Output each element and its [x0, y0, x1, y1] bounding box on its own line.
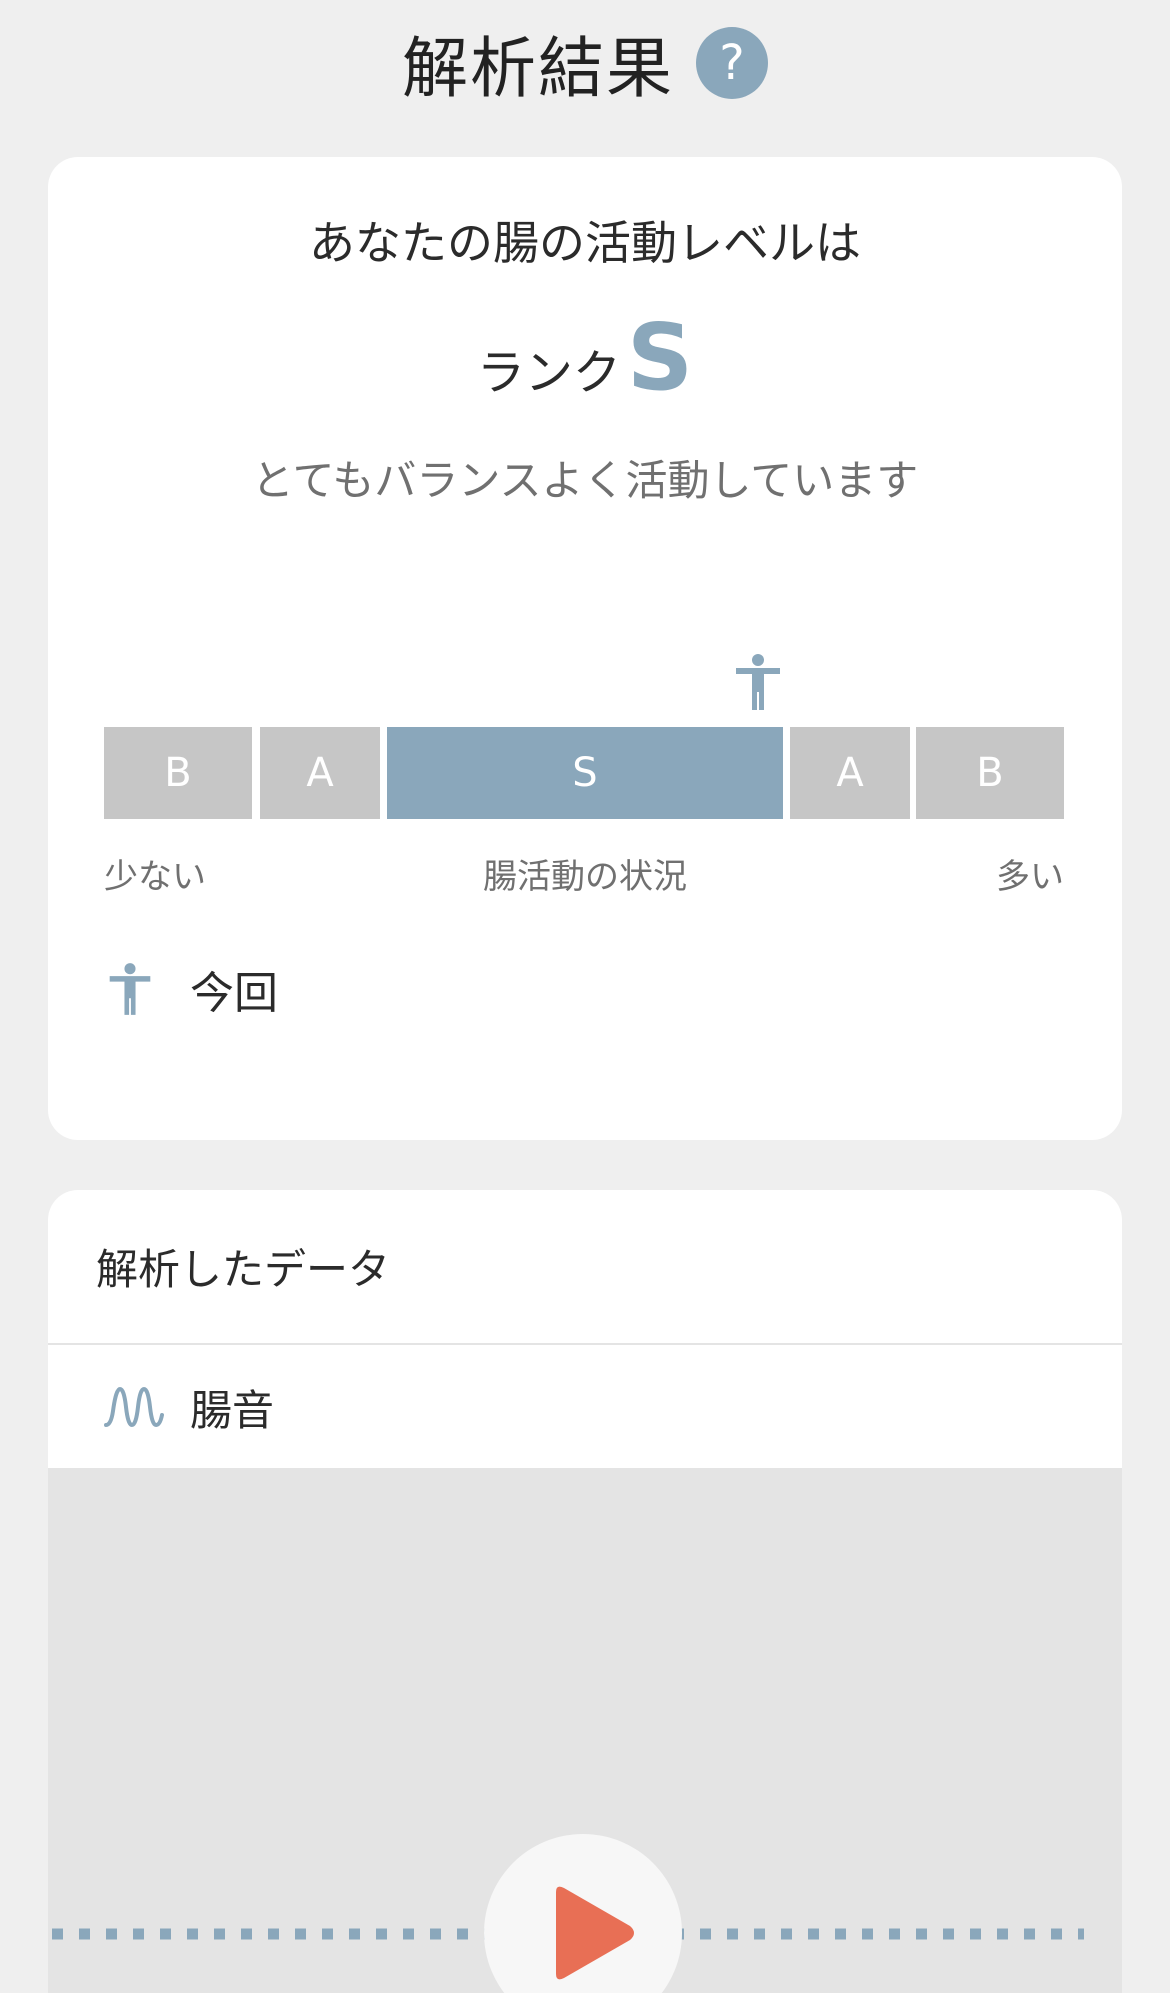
- rank-description: とてもバランスよく活動しています: [251, 456, 919, 505]
- scale-center-label: 腸活動の状況: [483, 857, 687, 897]
- data-card: 解析したデータ 腸音: [48, 1190, 1122, 1993]
- rank-lead-text: あなたの腸の活動レベルは: [309, 216, 861, 270]
- person-icon: [109, 963, 151, 1015]
- question-icon: ?: [719, 34, 745, 91]
- data-card-title: 解析したデータ: [48, 1190, 1122, 1345]
- sound-row: 腸音: [48, 1347, 1122, 1467]
- gauge-segment-b-high: B: [916, 727, 1064, 819]
- legend-label: 今回: [190, 968, 278, 1019]
- play-icon: [556, 1886, 634, 1980]
- rank-label: ランク: [476, 345, 621, 401]
- help-button[interactable]: ?: [696, 26, 768, 99]
- gauge-segment-a-high: A: [790, 727, 910, 819]
- play-button[interactable]: [484, 1834, 682, 1993]
- activity-gauge: B A S A B: [104, 727, 1064, 819]
- person-icon: [736, 654, 780, 710]
- audio-player[interactable]: [48, 1468, 1122, 1993]
- sound-label: 腸音: [190, 1385, 275, 1435]
- gauge-segment-b-low: B: [104, 727, 252, 819]
- rank-line: ランク S: [48, 312, 1122, 404]
- gauge-segment-a-low: A: [260, 727, 380, 819]
- gauge-segment-s: S: [387, 727, 783, 819]
- scale-right-label: 多い: [996, 857, 1064, 897]
- page-title: 解析結果: [402, 29, 674, 107]
- rank-value: S: [626, 304, 694, 411]
- header: 解析結果 ?: [0, 0, 1170, 125]
- rank-card: あなたの腸の活動レベルは ランク S とてもバランスよく活動しています B A …: [48, 157, 1122, 1140]
- legend: 今回: [106, 957, 278, 1021]
- wave-icon: [104, 1386, 164, 1428]
